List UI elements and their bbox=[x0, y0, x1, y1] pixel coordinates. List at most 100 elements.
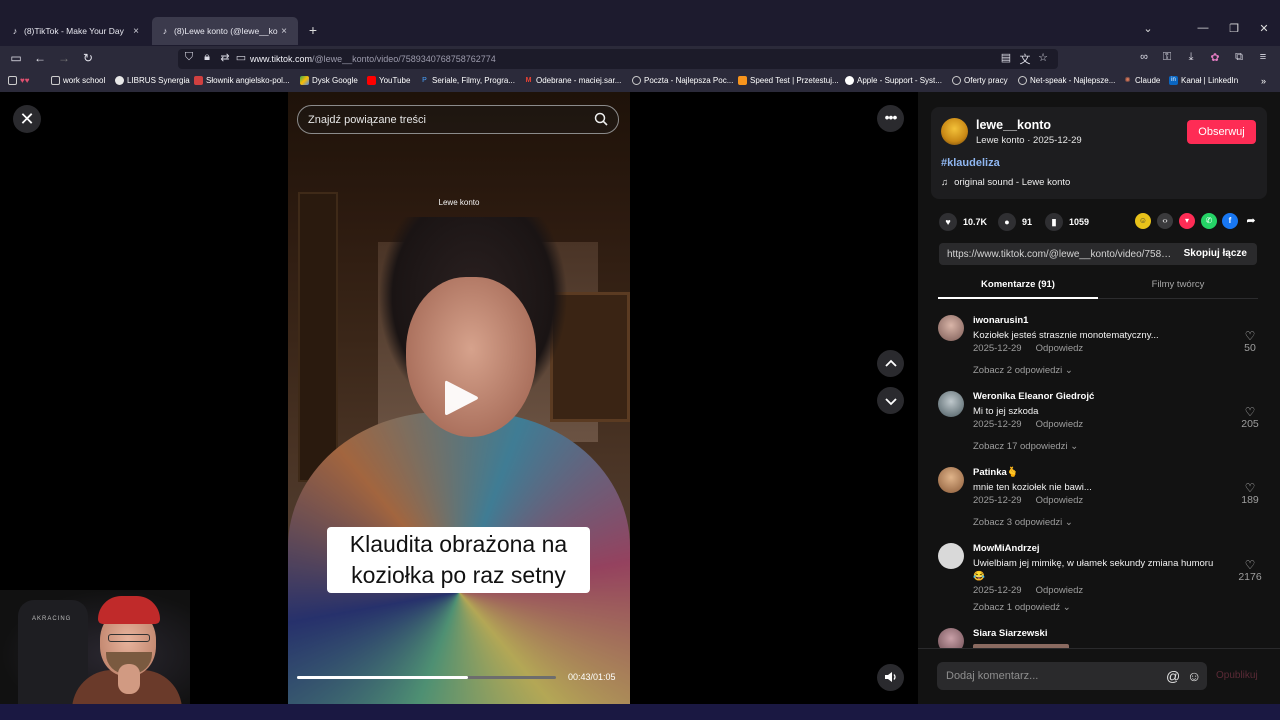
bookmark-linkedin[interactable]: in Kanał | LinkedIn bbox=[1169, 76, 1238, 85]
video-progress-bar[interactable] bbox=[297, 676, 556, 679]
share-arrow-icon[interactable]: ➦ bbox=[1243, 213, 1259, 229]
tab-creator-videos[interactable]: Filmy twórcy bbox=[1098, 279, 1258, 290]
bookmark-net-speak[interactable]: Net-speak - Najlepsze... bbox=[1018, 76, 1115, 85]
bookmark-claude[interactable]: ✺ Claude bbox=[1123, 76, 1161, 85]
related-search-input[interactable]: Znajdź powiązane treści bbox=[297, 105, 619, 134]
tab-close-icon[interactable]: × bbox=[278, 26, 290, 37]
translate-icon[interactable]: 文 bbox=[1018, 51, 1032, 67]
repost-icon[interactable]: ☺ bbox=[1135, 213, 1151, 229]
post-sound[interactable]: ♫ original sound - Lewe konto bbox=[941, 177, 1070, 188]
view-replies-button[interactable]: Zobacz 3 odpowiedzi ⌄ bbox=[973, 517, 1073, 528]
previous-video-button[interactable] bbox=[877, 350, 904, 377]
send-to-friends-icon[interactable]: ▾ bbox=[1179, 213, 1195, 229]
commenter-avatar[interactable] bbox=[938, 315, 964, 341]
forward-icon[interactable]: → bbox=[56, 50, 72, 66]
commenter-avatar[interactable] bbox=[938, 467, 964, 493]
comment-meta: 2025-12-29 Odpowiedz bbox=[973, 495, 1097, 506]
close-video-button[interactable]: ✕ bbox=[13, 105, 41, 133]
maximize-icon[interactable]: ❐ bbox=[1227, 22, 1241, 35]
bookmark-icons-cluster[interactable]: ♥♥ bbox=[8, 76, 30, 85]
download-icon[interactable]: ⤓ bbox=[1184, 51, 1198, 64]
tab-tiktok-home[interactable]: ♪ (8)TikTok - Make Your Day × bbox=[2, 17, 150, 45]
view-replies-button[interactable]: Zobacz 2 odpowiedzi ⌄ bbox=[973, 365, 1073, 376]
search-icon[interactable] bbox=[594, 112, 608, 126]
more-options-button[interactable]: ••• bbox=[877, 105, 904, 132]
claude-icon: ✺ bbox=[1124, 77, 1131, 84]
whatsapp-icon[interactable]: ✆ bbox=[1201, 213, 1217, 229]
follow-button[interactable]: Obserwuj bbox=[1187, 120, 1256, 144]
reply-button[interactable]: Odpowiedz bbox=[1036, 495, 1084, 506]
play-icon[interactable] bbox=[441, 378, 481, 418]
reader-view-icon[interactable]: ▤ bbox=[999, 51, 1013, 64]
commenter-username[interactable]: MowMiAndrzej bbox=[973, 543, 1040, 554]
panel-tabs: Komentarze (91) Filmy twórcy bbox=[938, 275, 1258, 299]
view-replies-button[interactable]: Zobacz 1 odpowiedź ⌄ bbox=[973, 602, 1071, 613]
comment-like-button[interactable]: ♡ 2176 bbox=[1233, 559, 1267, 583]
mention-icon[interactable]: @ bbox=[1166, 668, 1180, 684]
view-replies-button[interactable]: Zobacz 17 odpowiedzi ⌄ bbox=[973, 441, 1078, 452]
shield-icon[interactable]: ⛉ bbox=[182, 51, 196, 64]
heart-outline-icon: ♡ bbox=[1244, 329, 1256, 343]
menu-icon[interactable]: ≡ bbox=[1256, 51, 1270, 63]
key-icon[interactable]: ⚿ bbox=[1160, 51, 1174, 64]
address-bar[interactable]: www.tiktok.com/@lewe__konto/video/758934… bbox=[178, 49, 1058, 69]
commenter-username[interactable]: iwonarusin1 bbox=[973, 315, 1028, 326]
reply-button[interactable]: Odpowiedz bbox=[1036, 585, 1084, 596]
comment-like-button[interactable]: ♡ 205 bbox=[1233, 406, 1267, 430]
post-comment-button[interactable]: Opublikuj bbox=[1216, 670, 1258, 681]
emoji-icon[interactable]: ☺ bbox=[1187, 668, 1201, 684]
back-icon[interactable]: ← bbox=[32, 50, 48, 66]
commenter-username[interactable]: Siara Siarzewski bbox=[973, 628, 1047, 639]
profile-extension-icon[interactable]: ✿ bbox=[1208, 51, 1222, 64]
copy-link-button[interactable]: Skopiuj łącze bbox=[1184, 248, 1247, 259]
bookmark-librus[interactable]: LIBRUS Synergia bbox=[115, 76, 190, 85]
volume-button[interactable] bbox=[877, 664, 904, 691]
comment-like-button[interactable]: ♡ 50 bbox=[1233, 330, 1267, 354]
bookmark-youtube[interactable]: YouTube bbox=[367, 76, 410, 85]
author-username[interactable]: lewe__konto bbox=[976, 118, 1051, 132]
bookmark-work-school[interactable]: work school bbox=[51, 76, 105, 85]
bookmark-google-drive[interactable]: Dysk Google bbox=[300, 76, 358, 85]
post-hashtag[interactable]: #klaudeliza bbox=[941, 157, 1000, 169]
comment-stat[interactable]: ● 91 bbox=[998, 213, 1032, 231]
commenter-username[interactable]: Patinka🫰 bbox=[973, 467, 1019, 478]
extensions-puzzle-icon[interactable]: ⧉ bbox=[1232, 51, 1246, 64]
save-stat[interactable]: ▮ 1059 bbox=[1045, 213, 1089, 231]
bookmarks-overflow-icon[interactable]: » bbox=[1261, 76, 1266, 86]
tab-list-chevron-icon[interactable]: ⌄ bbox=[1141, 22, 1155, 35]
minimize-icon[interactable]: — bbox=[1196, 22, 1210, 34]
tab-lewe-konto[interactable]: ♪ (8)Lewe konto (@lewe__konto) × bbox=[152, 17, 298, 45]
extension-mask-icon[interactable]: ∞ bbox=[1137, 51, 1151, 63]
reply-button[interactable]: Odpowiedz bbox=[1036, 343, 1084, 354]
reload-icon[interactable]: ↻ bbox=[80, 50, 96, 66]
bookmark-speedtest[interactable]: Speed Test | Przetestuj... bbox=[738, 76, 839, 85]
new-tab-button[interactable]: + bbox=[306, 22, 320, 40]
bookmark-dictionary[interactable]: Słownik angielsko-pol... bbox=[194, 76, 290, 85]
site-icon[interactable]: ▭ bbox=[234, 51, 248, 64]
lock-icon[interactable]: 🔒︎ bbox=[200, 51, 214, 64]
bookmark-oferty-pracy[interactable]: Oferty pracy bbox=[952, 76, 1008, 85]
permissions-icon[interactable]: ⇄ bbox=[218, 51, 232, 64]
author-avatar[interactable] bbox=[941, 118, 968, 145]
commenter-username[interactable]: Weronika Eleanor Giedrojć bbox=[973, 391, 1094, 402]
next-video-button[interactable] bbox=[877, 387, 904, 414]
tab-comments[interactable]: Komentarze (91) bbox=[938, 279, 1098, 290]
commenter-avatar[interactable] bbox=[938, 391, 964, 417]
tab-close-icon[interactable]: × bbox=[130, 26, 142, 37]
commenter-avatar[interactable] bbox=[938, 628, 964, 648]
embed-icon[interactable]: ‹› bbox=[1157, 213, 1173, 229]
video-caption: Klaudita obrażona na koziołka po raz set… bbox=[327, 527, 590, 593]
bookmark-star-icon[interactable]: ☆ bbox=[1036, 51, 1050, 64]
post-link-box[interactable]: https://www.tiktok.com/@lewe__konto/vide… bbox=[939, 243, 1257, 265]
comment-like-button[interactable]: ♡ 189 bbox=[1233, 482, 1267, 506]
window-close-icon[interactable]: ✕ bbox=[1257, 22, 1271, 35]
reply-button[interactable]: Odpowiedz bbox=[1036, 419, 1084, 430]
commenter-avatar[interactable] bbox=[938, 543, 964, 569]
sidebar-toggle-icon[interactable]: ▭ bbox=[8, 50, 24, 66]
like-stat[interactable]: ♥ 10.7K bbox=[939, 213, 987, 231]
bookmark-seriale[interactable]: P Seriale, Filmy, Progra... bbox=[420, 76, 515, 85]
bookmark-apple-support[interactable]: Apple - Support - Syst... bbox=[845, 76, 942, 85]
facebook-icon[interactable]: f bbox=[1222, 213, 1238, 229]
bookmark-gmail[interactable]: M Odebrane - maciej.sar... bbox=[524, 76, 622, 85]
bookmark-poczta[interactable]: Poczta - Najlepsza Poc... bbox=[632, 76, 733, 85]
